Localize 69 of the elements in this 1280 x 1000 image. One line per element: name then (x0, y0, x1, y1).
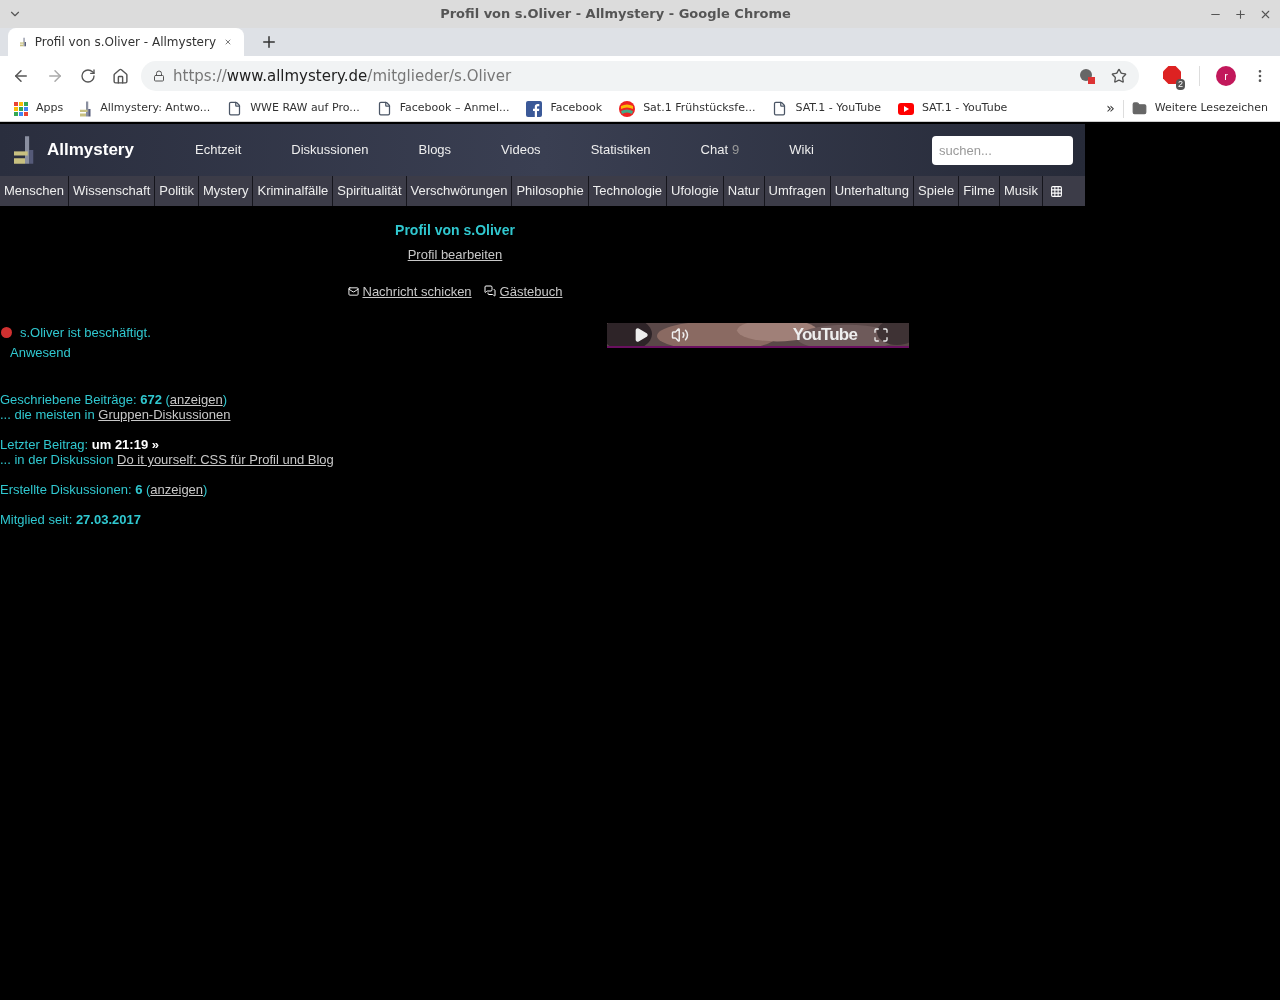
category-tab[interactable]: Musik (1000, 176, 1042, 206)
nav-link[interactable]: Blogs (418, 140, 452, 160)
category-tab[interactable]: Kriminalfälle (253, 176, 333, 206)
bookmark[interactable]: Sat.1 Frühstücksfe... (619, 100, 756, 117)
nav-link[interactable]: Videos (501, 140, 541, 160)
category-tab[interactable]: Politik (155, 176, 198, 206)
bookmark[interactable]: SAT.1 - YouTube (897, 100, 1008, 117)
bookmark[interactable]: Allmystery: Antwo... (80, 100, 211, 117)
stat-link[interactable]: anzeigen (169, 392, 223, 407)
profile-stat-line: ... in der Diskussion Do it yourself: CSS für Profil und Blog (0, 452, 335, 467)
address-bar[interactable]: https://www.allmystery.de/mitglieder/s.Oliver (141, 61, 1139, 91)
bookmark[interactable]: WWE RAW auf Pro... (227, 100, 360, 117)
nav-link[interactable]: Echtzeit (195, 140, 242, 160)
bookmark-folder[interactable]: Weitere Lesezeichen (1131, 100, 1268, 117)
bookmark-folder-label: Weitere Lesezeichen (1154, 100, 1268, 117)
site-logo-text[interactable]: Allmystery (47, 137, 195, 163)
profile-stat-line: Letzter Beitrag: um 21:19 » (0, 437, 160, 452)
extension-badge: 2 (1176, 79, 1185, 90)
category-tab[interactable]: Philosophie (512, 176, 588, 206)
profile-stat-line: ... die meisten in Gruppen-Diskussionen (0, 407, 232, 422)
bookmark[interactable]: Apps (14, 100, 64, 117)
profile-avatar[interactable]: r (1216, 66, 1236, 86)
edit-profile-link[interactable]: Profil bearbeiten (407, 245, 503, 265)
browser-tab[interactable]: Profil von s.Oliver - Allmystery (8, 28, 244, 56)
category-tab[interactable]: Umfragen (764, 176, 830, 206)
category-tab[interactable]: Spiritualität (333, 176, 406, 206)
category-tab[interactable]: Natur (723, 176, 764, 206)
url-text: https://www.allmystery.de/mitglieder/s.Oliver (173, 65, 513, 87)
bookmark-label: Facebook (550, 100, 603, 117)
category-tab[interactable]: Menschen (0, 176, 68, 206)
more-bookmarks-button[interactable]: » (1106, 98, 1115, 119)
nav-link[interactable]: Wiki (789, 140, 814, 160)
bookmark-label: WWE RAW auf Pro... (250, 100, 360, 117)
nav-link[interactable]: Chat 9 (700, 140, 740, 160)
status-text: s.Oliver ist beschäftigt. (20, 324, 151, 342)
adblock-extension[interactable]: 2 (1163, 66, 1183, 86)
profile-stat-line: Erstellte Diskussionen: 6 (anzeigen) (0, 482, 209, 497)
nav-link[interactable]: Statistiken (590, 140, 651, 160)
youtube-logo[interactable]: YouTube (792, 326, 857, 343)
nav-link[interactable]: Diskussionen (291, 140, 369, 160)
bookmark[interactable]: Facebook – Anmel... (376, 100, 510, 117)
category-tab[interactable]: Spiele (914, 176, 959, 206)
bookmark-label: Apps (36, 100, 64, 117)
profile-stat-line: Mitglied seit: 27.03.2017 (0, 512, 142, 527)
profile-stat-line: Geschriebene Beiträge: 672 (anzeigen) (0, 392, 228, 407)
window-title: Profil von s.Oliver - Allmystery - Google Chrome (439, 5, 792, 24)
profile-action-link[interactable]: Nachricht schicken (347, 281, 472, 301)
bookmark[interactable]: SAT.1 - YouTube (772, 100, 881, 117)
bookmark[interactable]: Facebook (526, 100, 603, 117)
stat-link[interactable]: anzeigen (150, 482, 204, 497)
category-tab[interactable]: Ufologie (667, 176, 723, 206)
category-tab[interactable]: Unterhaltung (830, 176, 914, 206)
search-field[interactable]: suchen... (932, 135, 1073, 165)
bookmark-label: Sat.1 Frühstücksfe... (643, 100, 756, 117)
category-tab[interactable]: Technologie (588, 176, 667, 206)
stat-link[interactable]: Do it yourself: CSS für Profil und Blog (117, 452, 334, 467)
category-tab[interactable]: Filme (959, 176, 999, 206)
status-note: Anwesend (10, 343, 72, 362)
profile-action-link[interactable]: Gästebuch (483, 281, 563, 301)
category-tab[interactable]: Wissenschaft (69, 176, 155, 206)
profile-title: Profil von s.Oliver (395, 221, 515, 240)
bookmark-label: Facebook – Anmel... (399, 100, 510, 117)
bookmark-label: Allmystery: Antwo... (100, 100, 211, 117)
category-tab[interactable]: Mystery (199, 176, 253, 206)
bookmark-label: SAT.1 - YouTube (795, 100, 881, 117)
tab-title: Profil von s.Oliver - Allmystery (34, 34, 217, 51)
category-tab[interactable]: Verschwörungen (406, 176, 512, 206)
bookmark-label: SAT.1 - YouTube (921, 100, 1008, 117)
stat-link[interactable]: Gruppen-Diskussionen (98, 407, 231, 422)
